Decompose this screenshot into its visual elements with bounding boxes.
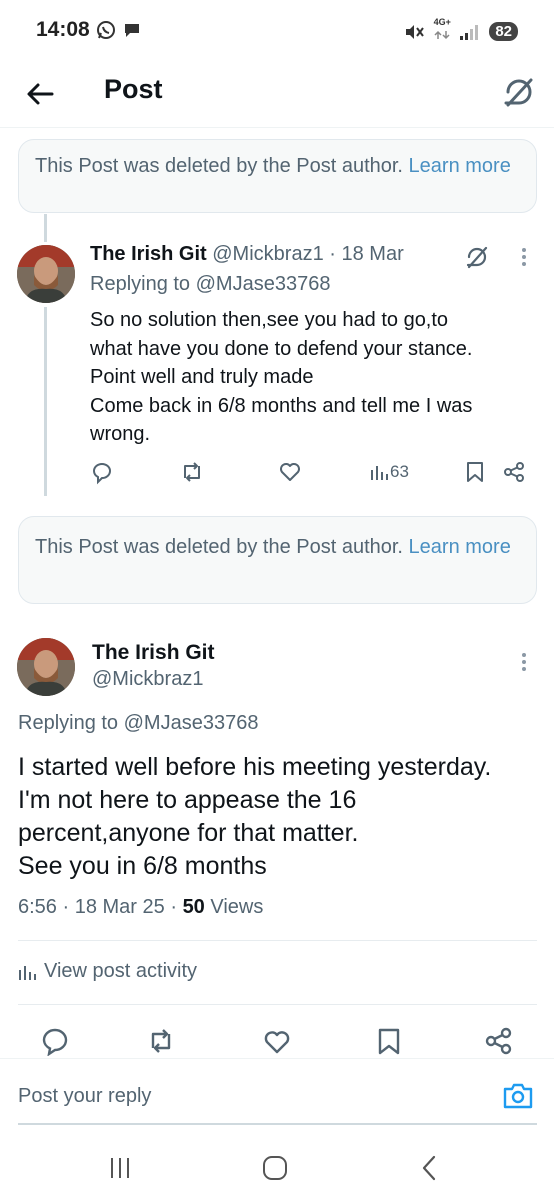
- like-icon[interactable]: [278, 458, 302, 486]
- reply-icon[interactable]: [40, 1026, 70, 1056]
- views-count: 50: [182, 896, 205, 918]
- home-icon[interactable]: [261, 1154, 289, 1182]
- view-post-activity[interactable]: View post activity: [18, 960, 197, 983]
- author-handle[interactable]: @Mickbraz1: [92, 668, 203, 691]
- views-label: Views: [204, 896, 264, 918]
- recent-apps-icon[interactable]: [106, 1154, 134, 1182]
- repost-icon[interactable]: [178, 458, 206, 486]
- deleted-post-notice: This Post was deleted by the Post author…: [18, 516, 537, 604]
- repost-icon[interactable]: [146, 1026, 176, 1056]
- back-icon[interactable]: [416, 1154, 444, 1182]
- signal-icon: [460, 24, 479, 40]
- post-full-date: 18 Mar 25: [74, 896, 165, 918]
- more-icon[interactable]: [519, 246, 529, 268]
- camera-icon[interactable]: [502, 1081, 534, 1111]
- data-arrows-icon: [434, 30, 450, 40]
- bookmark-icon[interactable]: [374, 1026, 404, 1056]
- post-text-line: See you in 6/8 months: [18, 852, 267, 880]
- post-text-line: what have you done to defend your stance…: [90, 337, 473, 360]
- share-icon[interactable]: [484, 1026, 514, 1056]
- share-icon[interactable]: [502, 458, 526, 486]
- post-text-line: Come back in 6/8 months and tell me I wa…: [90, 394, 473, 417]
- view-activity-label: View post activity: [44, 960, 198, 982]
- post-text: So no solution then,see you had to go,to…: [90, 306, 530, 449]
- post-date[interactable]: 18 Mar: [341, 243, 403, 265]
- learn-more-link[interactable]: Learn more: [409, 536, 511, 558]
- system-nav-bar: [0, 1130, 554, 1200]
- replying-to: Replying to @MJase33768: [90, 273, 330, 296]
- network-indicator: 4G+: [433, 18, 451, 45]
- post-meta: 6:56 · 18 Mar 25 · 50 Views: [18, 896, 264, 918]
- post-text-line: wrong.: [90, 423, 151, 445]
- replying-prefix: Replying to: [90, 273, 196, 295]
- deleted-post-notice: This Post was deleted by the Post author…: [18, 139, 537, 213]
- avatar[interactable]: [17, 245, 75, 303]
- status-left-icons: [96, 20, 142, 40]
- divider: [18, 1004, 537, 1005]
- avatar-image: [17, 245, 75, 303]
- replying-to: Replying to @MJase33768: [18, 712, 258, 735]
- avatar[interactable]: [17, 638, 75, 696]
- learn-more-link[interactable]: Learn more: [409, 155, 511, 177]
- mute-icon: [406, 24, 425, 39]
- post-text: I started well before his meeting yester…: [18, 751, 538, 883]
- post-text-line: Point well and truly made: [90, 366, 314, 388]
- post-text-line: I'm not here to appease the 16: [18, 786, 357, 814]
- views-icon: [371, 466, 388, 480]
- status-time: 14:08: [36, 18, 90, 41]
- app-header: Post: [0, 60, 554, 128]
- dot-separator: ·: [329, 243, 336, 265]
- network-label: 4G+: [433, 17, 451, 27]
- chat-bubble-icon: [125, 24, 139, 37]
- reply-composer[interactable]: Post your reply: [0, 1058, 554, 1130]
- reply-input[interactable]: Post your reply: [18, 1085, 151, 1108]
- thread-line: [44, 307, 47, 496]
- views-count: 63: [390, 462, 409, 481]
- replying-handle[interactable]: @MJase33768: [196, 273, 331, 295]
- post-time: 6:56: [18, 896, 57, 918]
- views-button[interactable]: 63: [370, 458, 420, 486]
- avatar-image: [17, 638, 75, 696]
- replying-handle[interactable]: @MJase33768: [124, 712, 259, 734]
- author-name[interactable]: The Irish Git: [90, 243, 207, 265]
- grok-icon[interactable]: [500, 73, 538, 111]
- back-arrow-icon[interactable]: [22, 76, 58, 112]
- post-text-line: percent,anyone for that matter.: [18, 819, 359, 847]
- thread-line: [44, 214, 47, 242]
- post-text-line: I started well before his meeting yester…: [18, 753, 492, 781]
- status-bar: 14:08 4G+ 82: [0, 0, 554, 60]
- divider: [18, 940, 537, 941]
- grok-icon[interactable]: [464, 244, 490, 270]
- battery-indicator: 82: [489, 22, 518, 41]
- views-icon: [19, 965, 36, 980]
- whatsapp-icon: [97, 21, 115, 39]
- deleted-notice-text: This Post was deleted by the Post author…: [35, 536, 409, 558]
- author-handle[interactable]: @Mickbraz1: [212, 243, 323, 265]
- compose-underline: [18, 1123, 537, 1125]
- deleted-notice-text: This Post was deleted by the Post author…: [35, 155, 409, 177]
- reply-header: The Irish Git @Mickbraz1 · 18 Mar: [90, 243, 404, 266]
- status-right: 4G+ 82: [403, 18, 518, 45]
- reply-icon[interactable]: [90, 458, 114, 486]
- post-text-line: So no solution then,see you had to go,to: [90, 309, 449, 331]
- author-name[interactable]: The Irish Git: [92, 641, 215, 665]
- page-title: Post: [104, 74, 163, 104]
- bookmark-icon[interactable]: [464, 458, 486, 486]
- more-icon[interactable]: [519, 651, 529, 673]
- like-icon[interactable]: [262, 1026, 292, 1056]
- replying-prefix: Replying to: [18, 712, 124, 734]
